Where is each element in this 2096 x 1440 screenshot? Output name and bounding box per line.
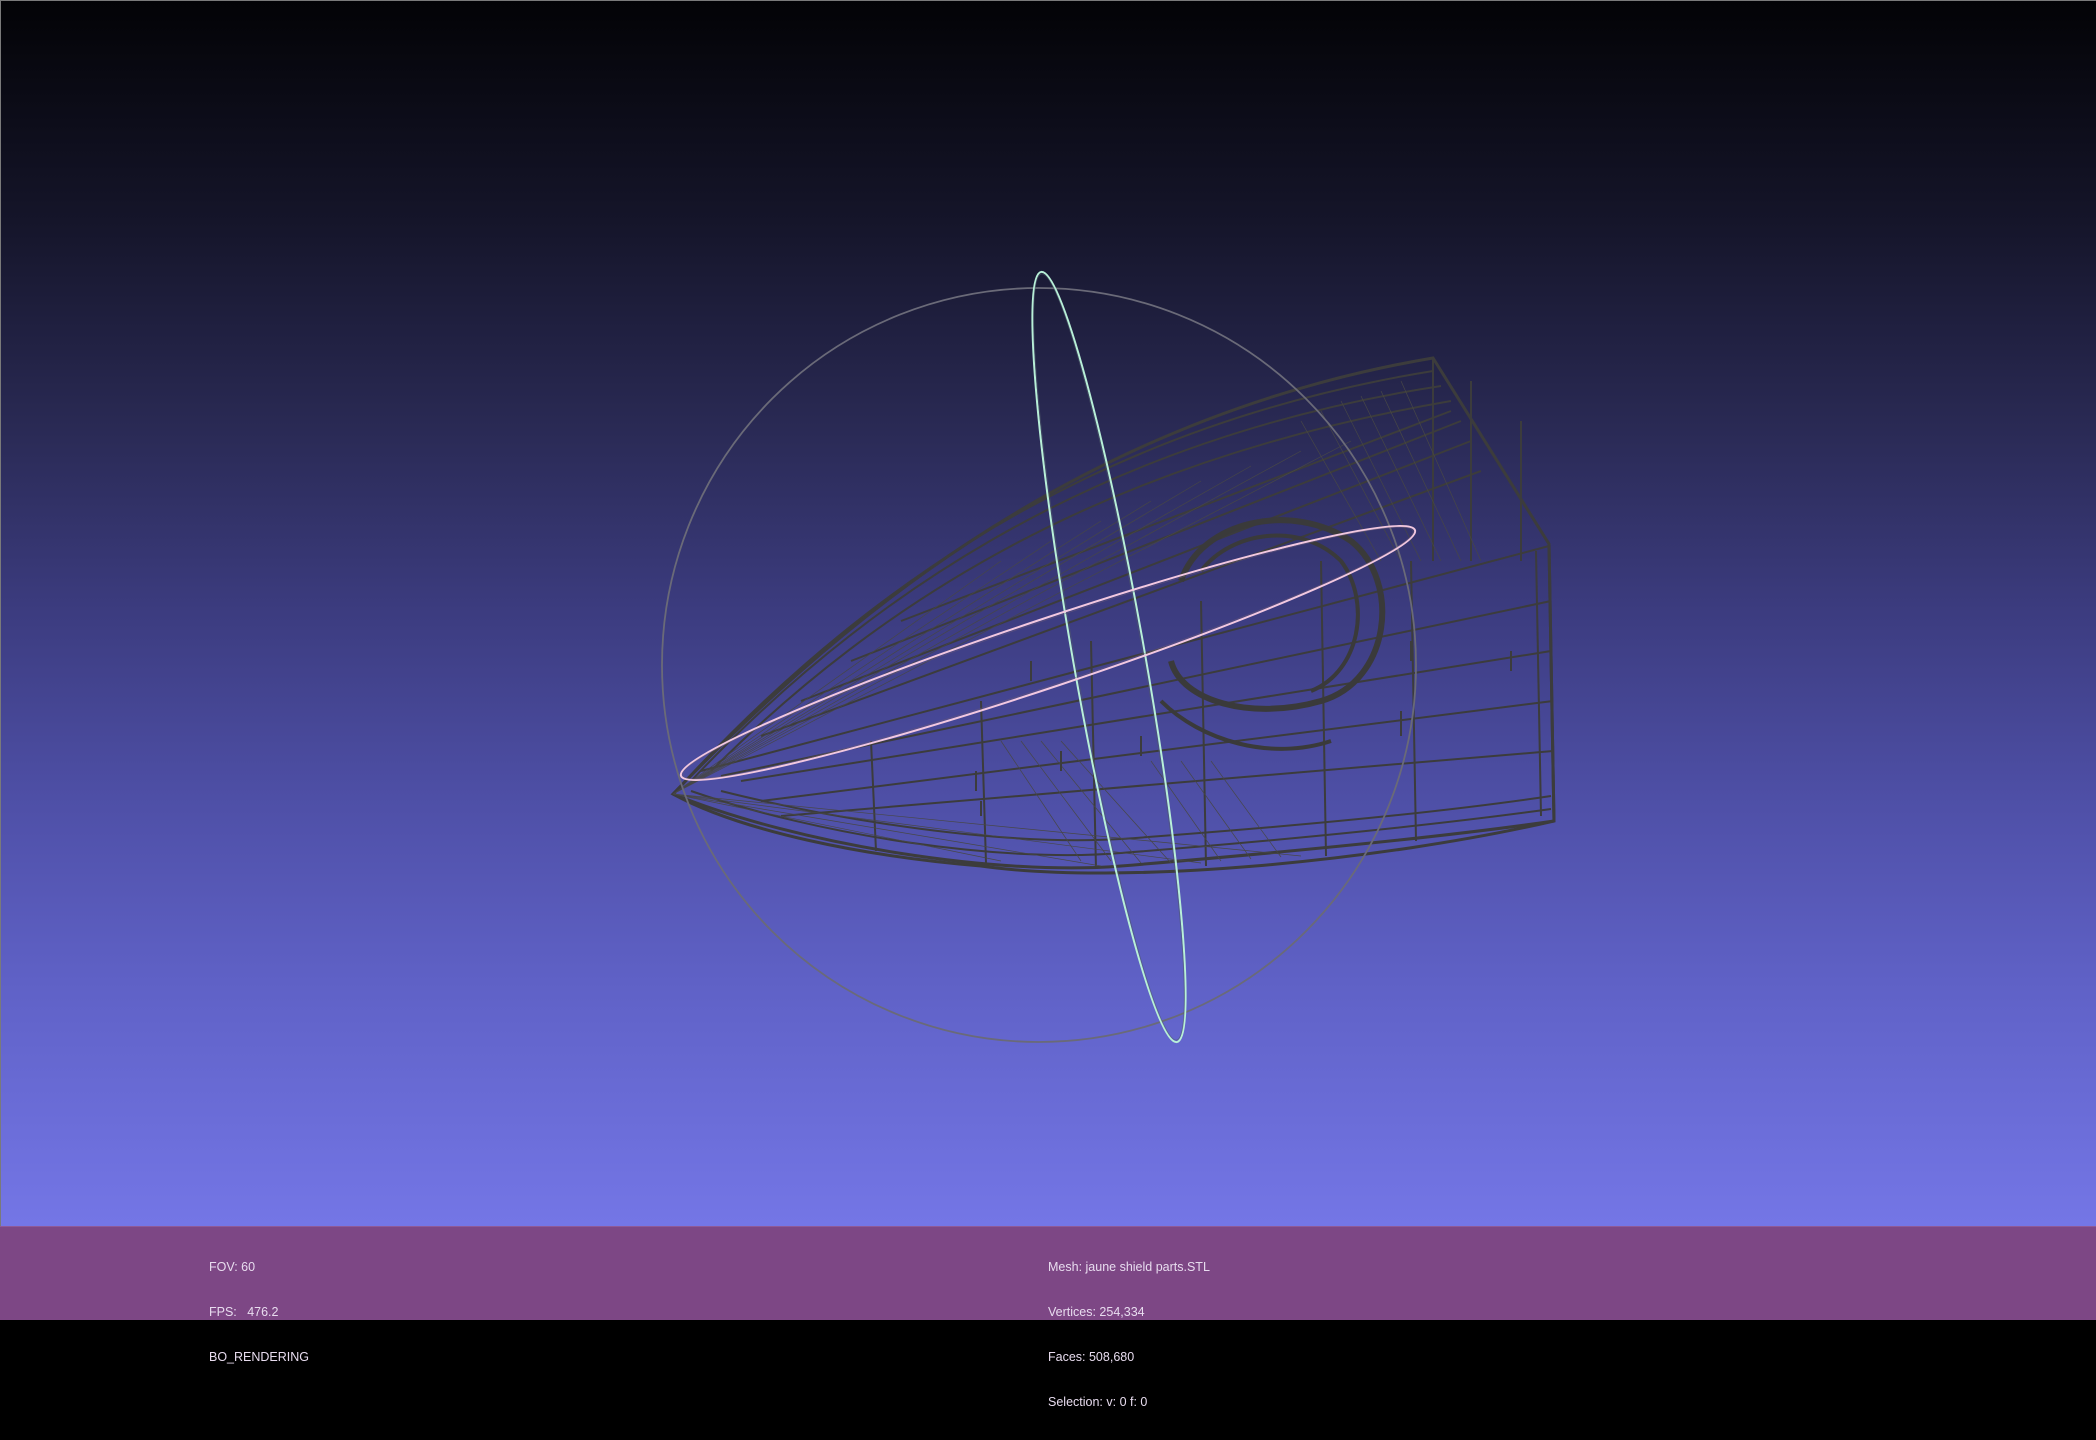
faces-count: Faces: 508,680 [1048, 1350, 1135, 1364]
scene-canvas[interactable] [1, 1, 2096, 1227]
trackball-gizmo[interactable] [661, 266, 1426, 1049]
mesh-name: Mesh: jaune shield parts.STL [1048, 1260, 1210, 1274]
wireframe-mesh [670, 356, 1556, 875]
trackball-horizontal-ring[interactable] [670, 498, 1426, 808]
trackball-horizontal-ring-shadow [682, 526, 1414, 780]
3d-viewport[interactable] [0, 0, 2096, 1226]
selection-info: Selection: v: 0 f: 0 [1048, 1395, 1148, 1409]
render-info: FOV: 60 FPS: 476.2 BO_RENDERING [209, 1230, 309, 1395]
info-bar: FOV: 60 FPS: 476.2 BO_RENDERING Mesh: ja… [0, 1226, 2096, 1409]
vertices-count: Vertices: 254,334 [1048, 1305, 1145, 1319]
trackball-vertical-ring-shadow [1033, 273, 1185, 1041]
rendering-mode: BO_RENDERING [209, 1350, 310, 1364]
fps-readout: FPS: 476.2 [209, 1305, 279, 1319]
fov-readout: FOV: 60 [209, 1260, 256, 1274]
mesh-info: Mesh: jaune shield parts.STL Vertices: 2… [1048, 1230, 1210, 1440]
